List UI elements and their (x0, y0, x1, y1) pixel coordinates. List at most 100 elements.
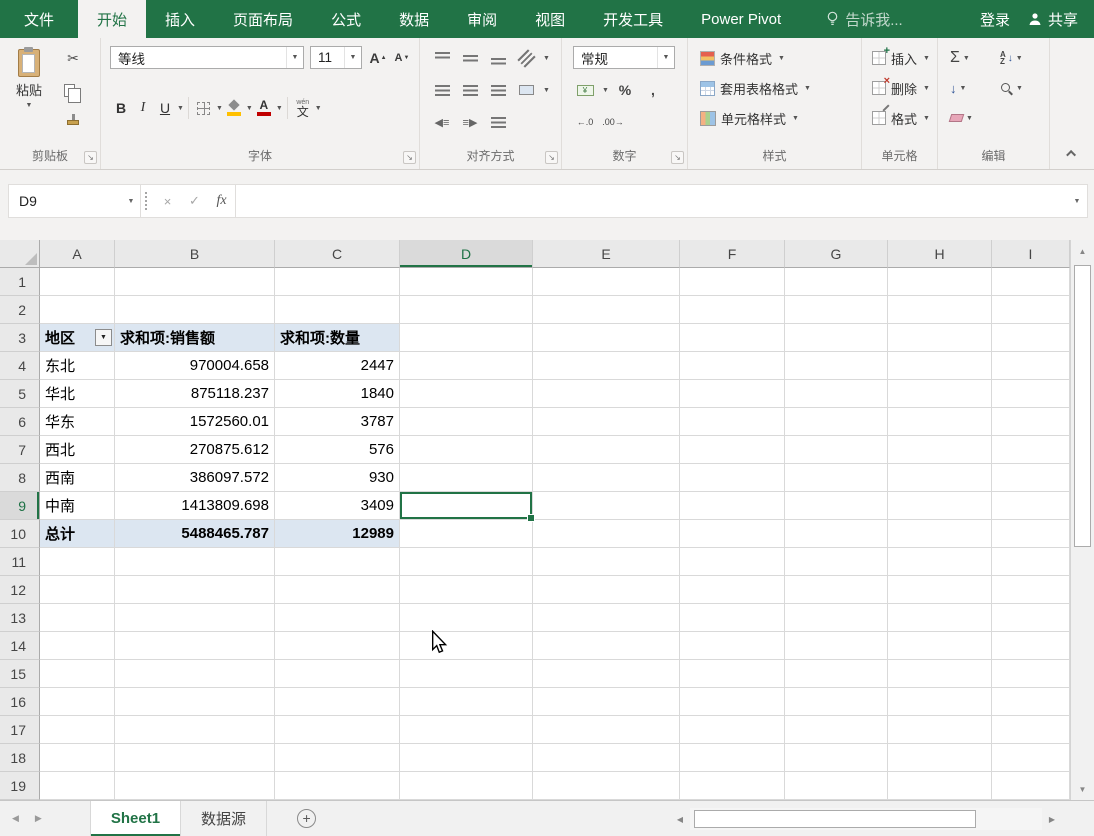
cell-B19[interactable] (115, 772, 275, 800)
cell-E2[interactable] (533, 296, 680, 324)
conditional-formatting-button[interactable]: 条件格式 ▼ (694, 46, 791, 70)
insert-cells-button[interactable]: + 插入 ▼ (866, 45, 936, 70)
cell-C14[interactable] (275, 632, 400, 660)
cell-C17[interactable] (275, 716, 400, 744)
sign-in-button[interactable]: 登录 (980, 9, 1010, 30)
cell-A16[interactable] (40, 688, 115, 716)
cell-F5[interactable] (680, 380, 785, 408)
cell-F13[interactable] (680, 604, 785, 632)
cell-D16[interactable] (400, 688, 533, 716)
cell-G7[interactable] (785, 436, 888, 464)
cell-H12[interactable] (888, 576, 992, 604)
align-middle-button[interactable] (458, 46, 482, 70)
row-header-4[interactable]: 4 (0, 352, 40, 380)
cell-I18[interactable] (992, 744, 1070, 772)
cell-C18[interactable] (275, 744, 400, 772)
tab-formulas[interactable]: 公式 (312, 0, 380, 38)
cell-G4[interactable] (785, 352, 888, 380)
sheet-tab-sheet1[interactable]: Sheet1 (89, 801, 182, 836)
collapse-ribbon-button[interactable] (1062, 145, 1082, 161)
scroll-left-icon[interactable]: ◀ (670, 808, 690, 830)
cell-G2[interactable] (785, 296, 888, 324)
cell-C9[interactable]: 3409 (275, 492, 400, 520)
tab-page-layout[interactable]: 页面布局 (214, 0, 312, 38)
delete-cells-button[interactable]: × 删除 ▼ (866, 75, 936, 100)
cell-A8[interactable]: 西南 (40, 464, 115, 492)
align-top-button[interactable] (430, 46, 454, 70)
cell-B7[interactable]: 270875.612 (115, 436, 275, 464)
cell-B16[interactable] (115, 688, 275, 716)
cell-A15[interactable] (40, 660, 115, 688)
cell-E8[interactable] (533, 464, 680, 492)
align-left-button[interactable] (430, 78, 454, 102)
tab-review[interactable]: 审阅 (448, 0, 516, 38)
cell-B8[interactable]: 386097.572 (115, 464, 275, 492)
scroll-right-icon[interactable]: ▶ (1042, 808, 1062, 830)
cell-B3[interactable]: 求和项:销售额 (115, 324, 275, 352)
cell-H18[interactable] (888, 744, 992, 772)
cell-G5[interactable] (785, 380, 888, 408)
row-header-6[interactable]: 6 (0, 408, 40, 436)
cell-C16[interactable] (275, 688, 400, 716)
number-format-select[interactable]: 常规 ▼ (573, 46, 675, 69)
cell-D1[interactable] (400, 268, 533, 296)
cell-B5[interactable]: 875118.237 (115, 380, 275, 408)
cell-D12[interactable] (400, 576, 533, 604)
cell-D9[interactable] (400, 492, 535, 522)
cell-G9[interactable] (785, 492, 888, 520)
row-header-16[interactable]: 16 (0, 688, 40, 716)
cell-B4[interactable]: 970004.658 (115, 352, 275, 380)
cell-H5[interactable] (888, 380, 992, 408)
cell-I2[interactable] (992, 296, 1070, 324)
column-header-A[interactable]: A (40, 240, 115, 268)
cell-B13[interactable] (115, 604, 275, 632)
cell-C8[interactable]: 930 (275, 464, 400, 492)
cell-I15[interactable] (992, 660, 1070, 688)
cell-G13[interactable] (785, 604, 888, 632)
cell-A3[interactable]: 地区 ▼ (40, 324, 115, 352)
cell-F17[interactable] (680, 716, 785, 744)
borders-button[interactable] (193, 96, 215, 120)
cell-G10[interactable] (785, 520, 888, 548)
cell-E14[interactable] (533, 632, 680, 660)
tab-power-pivot[interactable]: Power Pivot (682, 0, 800, 38)
row-header-7[interactable]: 7 (0, 436, 40, 464)
cell-C3[interactable]: 求和项:数量 (275, 324, 400, 352)
cell-B12[interactable] (115, 576, 275, 604)
cell-I16[interactable] (992, 688, 1070, 716)
row-header-17[interactable]: 17 (0, 716, 40, 744)
row-header-3[interactable]: 3 (0, 324, 40, 352)
cell-H6[interactable] (888, 408, 992, 436)
cell-F9[interactable] (680, 492, 785, 520)
cell-F7[interactable] (680, 436, 785, 464)
cell-I13[interactable] (992, 604, 1070, 632)
cell-G14[interactable] (785, 632, 888, 660)
cell-G18[interactable] (785, 744, 888, 772)
cell-I9[interactable] (992, 492, 1070, 520)
cell-D10[interactable] (400, 520, 533, 548)
cell-A5[interactable]: 华北 (40, 380, 115, 408)
new-sheet-button[interactable]: + (297, 809, 317, 828)
row-header-2[interactable]: 2 (0, 296, 40, 324)
cell-C2[interactable] (275, 296, 400, 324)
column-header-E[interactable]: E (533, 240, 680, 268)
cell-H1[interactable] (888, 268, 992, 296)
cell-E17[interactable] (533, 716, 680, 744)
merge-center-button[interactable] (514, 78, 538, 102)
cell-I19[interactable] (992, 772, 1070, 800)
formula-bar-expand-icon[interactable]: ▼ (1067, 185, 1087, 217)
cell-E13[interactable] (533, 604, 680, 632)
cell-I17[interactable] (992, 716, 1070, 744)
tab-data[interactable]: 数据 (380, 0, 448, 38)
cell-B1[interactable] (115, 268, 275, 296)
alignment-dialog-launcher[interactable]: ↘ (545, 151, 558, 164)
font-color-button[interactable]: A (253, 96, 275, 120)
cell-B11[interactable] (115, 548, 275, 576)
align-center-button[interactable] (458, 78, 482, 102)
cell-F2[interactable] (680, 296, 785, 324)
cell-I7[interactable] (992, 436, 1070, 464)
cell-F8[interactable] (680, 464, 785, 492)
row-header-5[interactable]: 5 (0, 380, 40, 408)
cell-H2[interactable] (888, 296, 992, 324)
row-header-9[interactable]: 9 (0, 492, 40, 520)
